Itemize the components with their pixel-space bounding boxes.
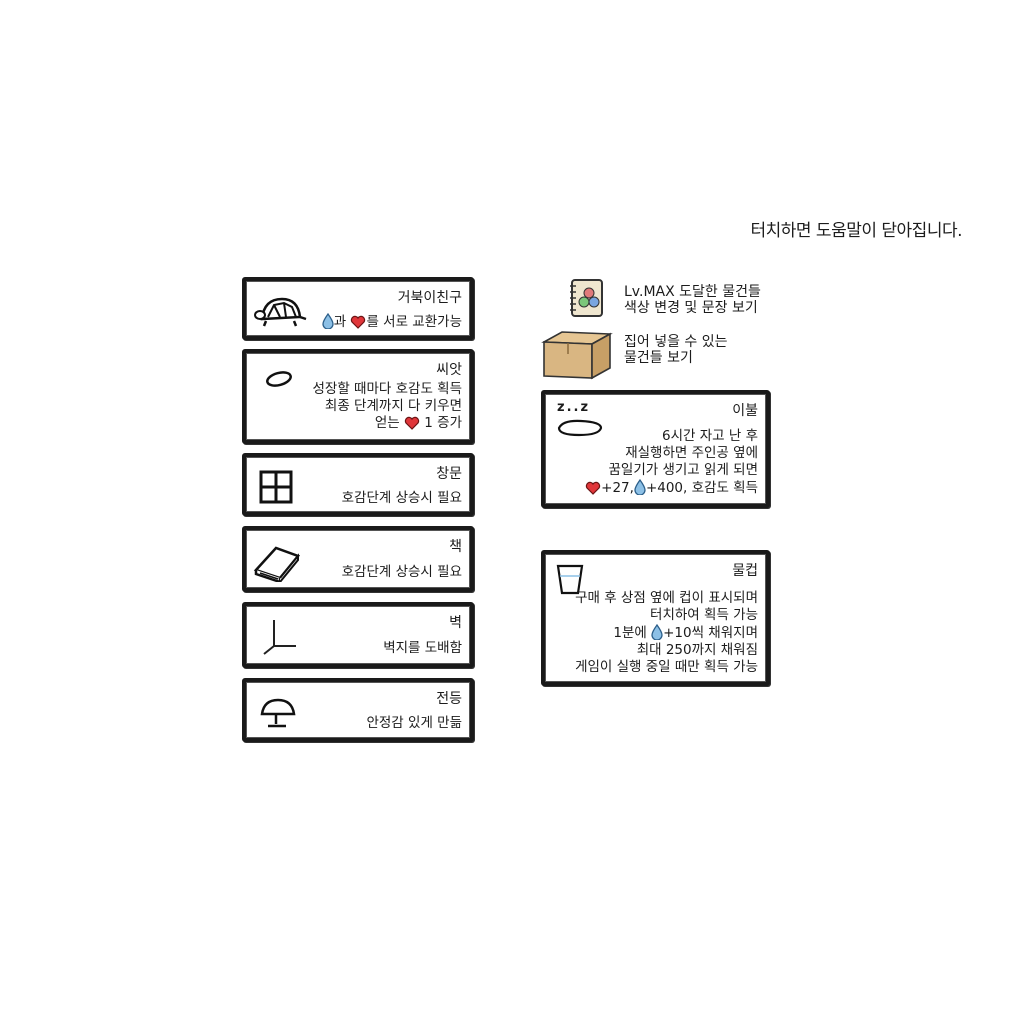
item-description: 호감단계 상승시 필요 bbox=[341, 564, 462, 580]
item-description: 호감단계 상승시 필요 bbox=[341, 490, 462, 506]
item-title: 거북이친구 bbox=[397, 290, 462, 306]
item-card-book: 책 호감단계 상승시 필요 bbox=[242, 526, 474, 592]
item-card-wall: 벽 벽지를 도배함 bbox=[242, 602, 474, 668]
water-drop-icon bbox=[322, 313, 334, 329]
item-card-cup: 물컵 구매 후 상점 옆에 컵이 표시되며 터치하여 획득 가능 1분에 +10… bbox=[541, 550, 770, 686]
help-overlay-hint[interactable]: 터치하면 도움말이 닫아집니다. bbox=[700, 216, 962, 241]
book-icon bbox=[253, 546, 301, 582]
item-title: 책 bbox=[449, 539, 462, 555]
item-card-lamp: 전등 안정감 있게 만듦 bbox=[242, 678, 474, 742]
item-card-window: 창문 호감단계 상승시 필요 bbox=[242, 453, 474, 516]
item-card-blanket: z..z 이불 6시간 자고 난 후 재실행하면 주인공 옆에 꿈일기가 생기고… bbox=[541, 390, 770, 508]
item-description: 6시간 자고 난 후 재실행하면 주인공 옆에 꿈일기가 생기고 읽게 되면 +… bbox=[585, 428, 758, 497]
item-title: 이불 bbox=[732, 403, 758, 419]
item-title: 씨앗 bbox=[436, 362, 462, 378]
item-title: 벽 bbox=[449, 615, 462, 631]
item-title: 전등 bbox=[436, 691, 462, 707]
wall-corner-icon bbox=[263, 620, 296, 655]
window-icon bbox=[259, 470, 293, 504]
heart-icon bbox=[351, 315, 366, 329]
sleep-zz-text: z..z bbox=[557, 400, 591, 415]
item-description: 성장할 때마다 호감도 획득 최종 단계까지 다 키우면 얻는 1 증가 bbox=[312, 381, 463, 431]
seed-icon bbox=[266, 371, 292, 387]
box-description: 집어 넣을 수 있는 물건들 보기 bbox=[624, 334, 728, 366]
item-description: 안정감 있게 만듦 bbox=[366, 715, 462, 731]
palette-notebook-icon[interactable] bbox=[568, 278, 606, 318]
item-description: 구매 후 상점 옆에 컵이 표시되며 터치하여 획득 가능 1분에 +10씩 채… bbox=[575, 590, 758, 675]
item-description: 과 를 서로 교환가능 bbox=[322, 313, 462, 331]
item-description: 벽지를 도배함 bbox=[383, 640, 462, 656]
water-drop-icon bbox=[634, 479, 646, 495]
item-card-seed: 씨앗 성장할 때마다 호감도 획득 최종 단계까지 다 키우면 얻는 1 증가 bbox=[242, 349, 474, 444]
heart-icon bbox=[586, 481, 601, 495]
lamp-icon bbox=[260, 698, 296, 728]
turtle-icon bbox=[254, 297, 307, 327]
item-card-turtle-friend: 거북이친구 과 를 서로 교환가능 bbox=[242, 277, 474, 340]
item-title: 창문 bbox=[436, 466, 462, 482]
water-drop-icon bbox=[651, 624, 663, 640]
palette-description: Lv.MAX 도달한 물건들 색상 변경 및 문장 보기 bbox=[624, 284, 761, 316]
cardboard-box-icon[interactable] bbox=[540, 328, 614, 380]
heart-icon bbox=[404, 416, 420, 430]
item-title: 물컵 bbox=[732, 563, 758, 579]
